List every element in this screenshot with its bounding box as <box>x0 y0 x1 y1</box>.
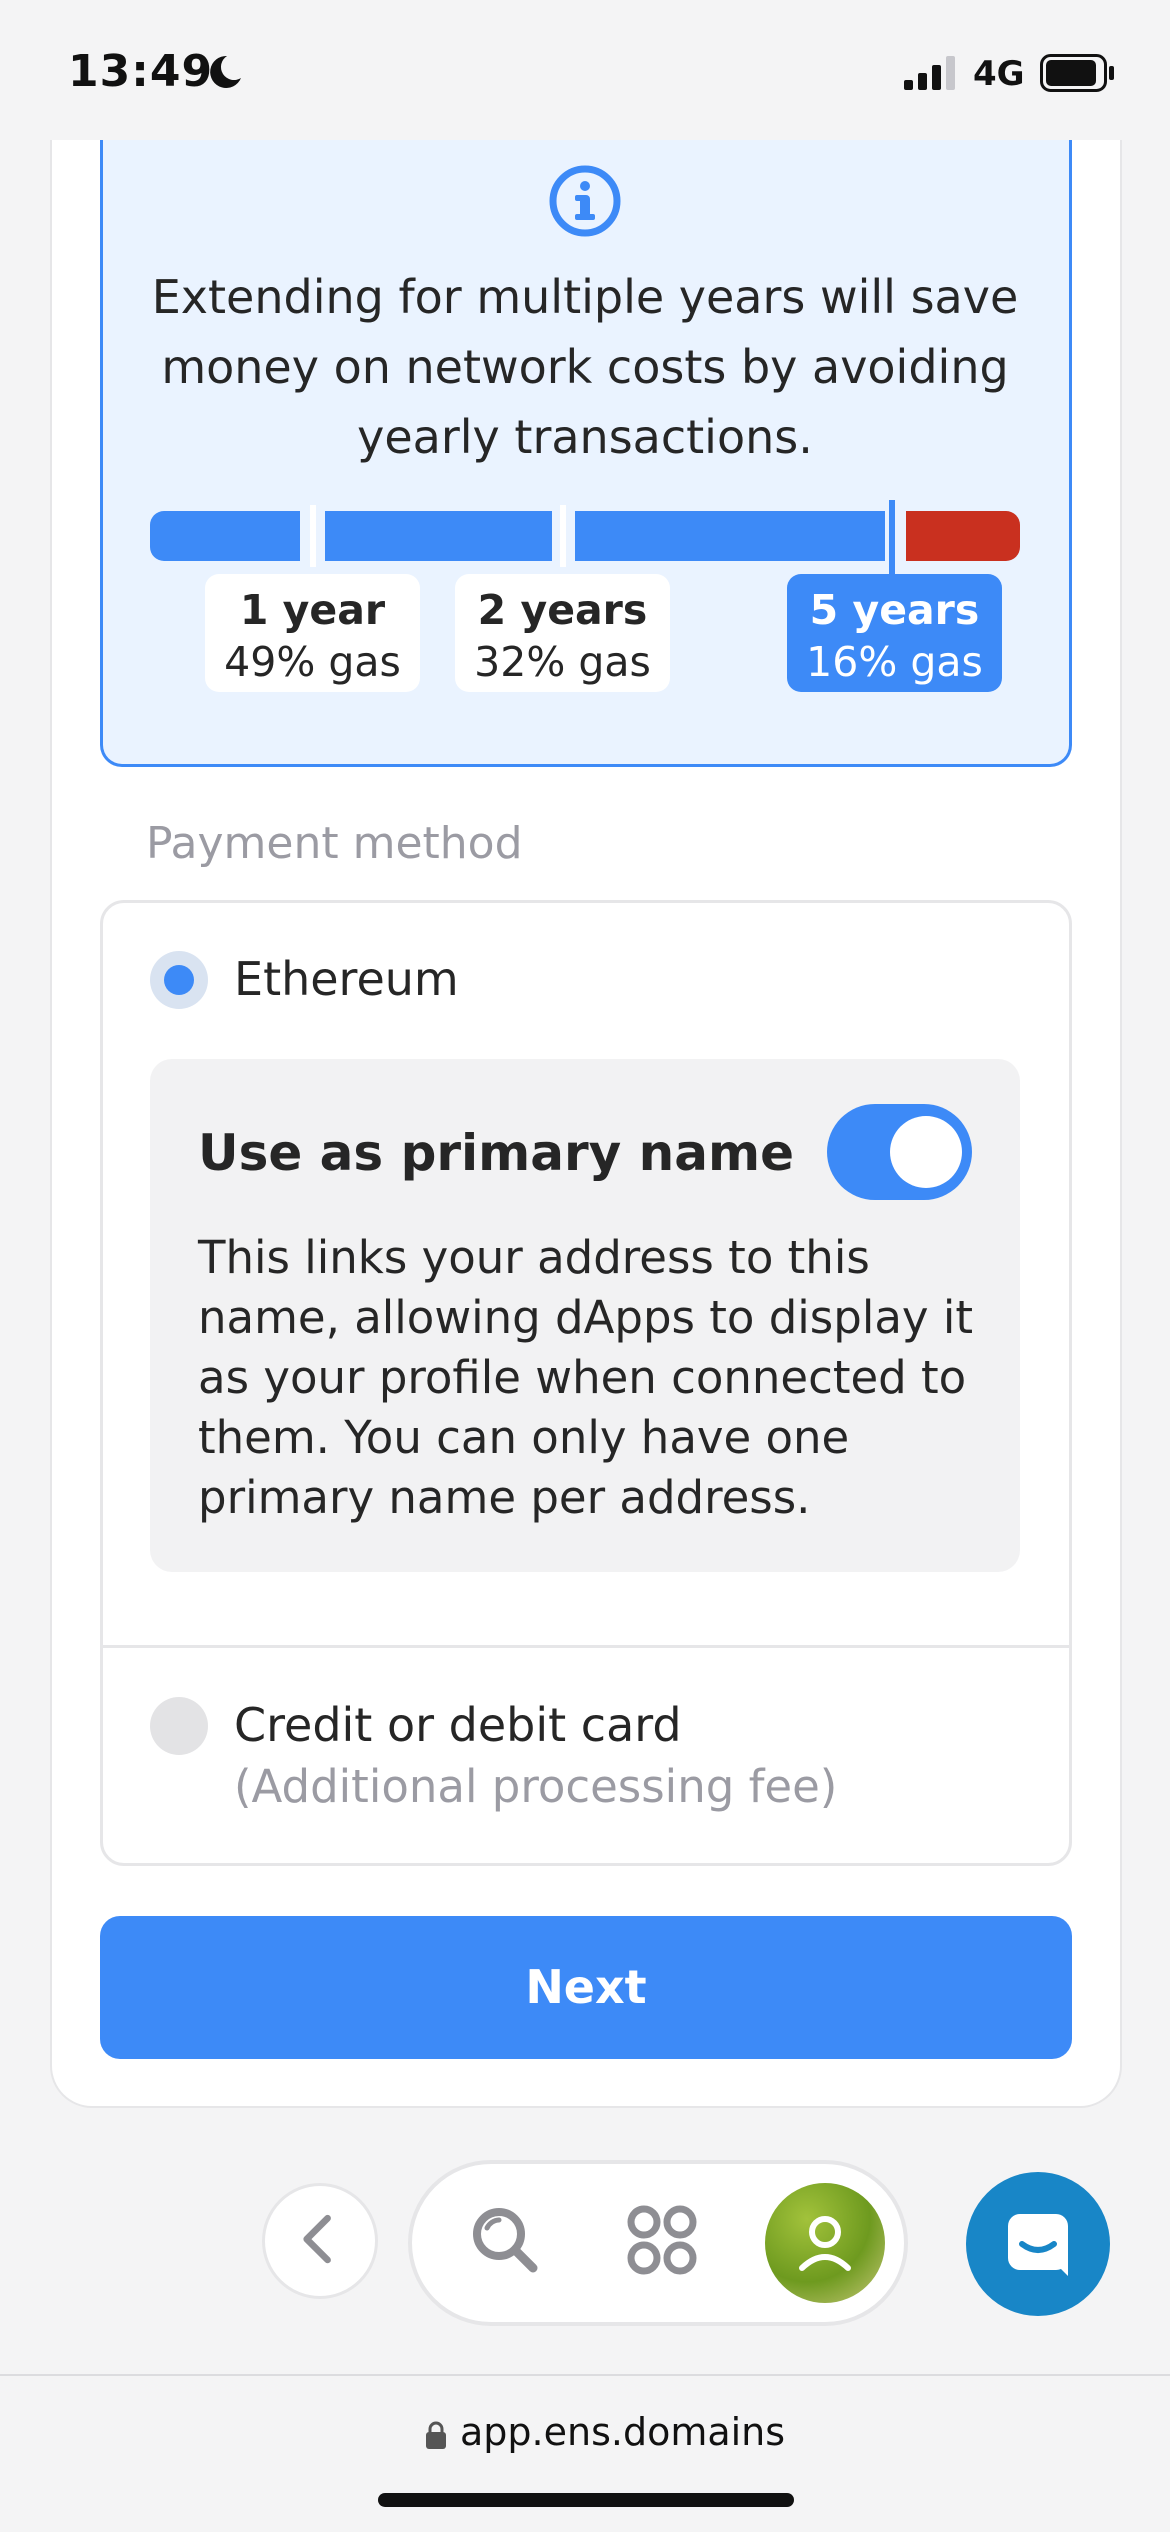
moon-icon <box>210 55 241 88</box>
back-button[interactable] <box>262 2183 378 2299</box>
profile-icon <box>799 2216 851 2271</box>
profile-button[interactable] <box>765 2183 885 2303</box>
apps-icon[interactable] <box>622 2200 702 2280</box>
card-option-sublabel: (Additional processing fee) <box>234 1760 838 1813</box>
year-label: 2 years <box>477 586 648 634</box>
bar-tick <box>560 505 566 567</box>
signal-icon <box>904 56 955 90</box>
home-indicator <box>378 2493 794 2507</box>
status-bar: 13:49 4G <box>0 0 1170 140</box>
primary-name-toggle[interactable] <box>827 1104 972 1200</box>
card-radio[interactable] <box>150 1697 208 1755</box>
next-button[interactable]: Next <box>100 1916 1072 2059</box>
gas-label: 16% gas <box>806 638 983 686</box>
info-text: Extending for multiple years will save m… <box>151 270 1019 464</box>
status-time: 13:49 <box>68 46 214 97</box>
battery-icon <box>1040 54 1114 92</box>
gas-bar-segment <box>150 511 300 561</box>
ethereum-option-label[interactable]: Ethereum <box>234 952 459 1006</box>
url-text[interactable]: app.ens.domains <box>460 2410 785 2454</box>
chat-button[interactable] <box>966 2172 1110 2316</box>
year-label: 5 years <box>809 586 980 634</box>
info-icon <box>549 165 621 237</box>
network-type: 4G <box>973 54 1025 94</box>
year-option-2[interactable]: 2 years 32% gas <box>455 574 670 692</box>
primary-name-title: Use as primary name <box>198 1124 795 1182</box>
payment-method-label: Payment method <box>146 818 523 869</box>
gas-bar-segment <box>575 511 885 561</box>
bar-tick <box>310 505 316 567</box>
chat-icon <box>1008 2214 1068 2276</box>
card-option-label[interactable]: Credit or debit card <box>234 1698 682 1752</box>
lock-icon <box>426 2421 446 2449</box>
search-icon[interactable] <box>465 2200 545 2280</box>
gas-label: 49% gas <box>224 638 401 686</box>
gas-bar-segment <box>325 511 552 561</box>
divider <box>103 1645 1069 1648</box>
bar-tick-selected <box>889 500 895 575</box>
toggle-knob <box>890 1116 962 1188</box>
ethereum-radio[interactable] <box>150 951 208 1009</box>
primary-name-description: This links your address to this name, al… <box>198 1231 973 1524</box>
year-label: 1 year <box>239 586 386 634</box>
gas-bar-segment-end <box>906 511 1020 561</box>
back-icon <box>303 2214 331 2264</box>
year-option-5[interactable]: 5 years 16% gas <box>787 574 1002 692</box>
gas-label: 32% gas <box>474 638 651 686</box>
year-option-1[interactable]: 1 year 49% gas <box>205 574 420 692</box>
